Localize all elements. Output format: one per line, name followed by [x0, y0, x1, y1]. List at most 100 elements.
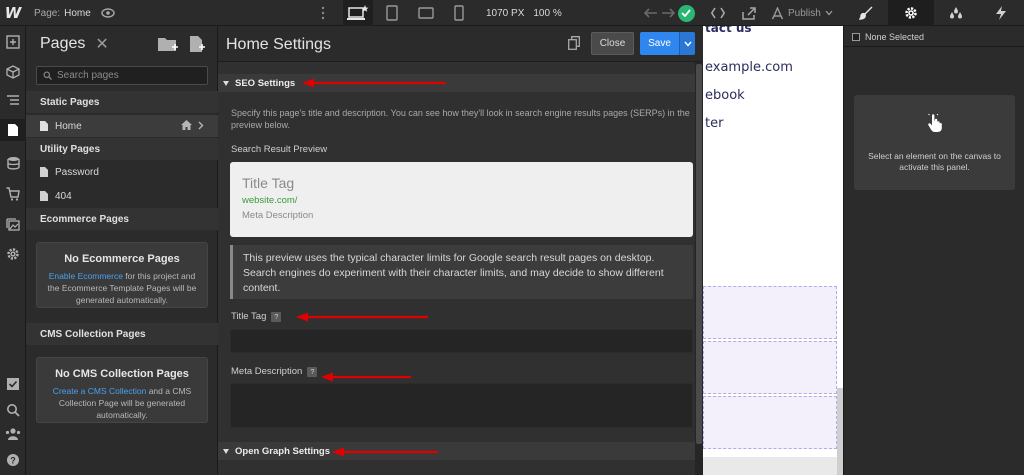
phone-landscape-icon [418, 7, 434, 19]
selection-checkbox[interactable] [852, 33, 860, 41]
search-icon [43, 71, 52, 80]
eye-icon[interactable] [101, 7, 115, 19]
serp-url: website.com/ [242, 195, 298, 206]
selection-status: None Selected [852, 32, 924, 42]
more-options-icon[interactable] [320, 5, 326, 21]
pages-icon [8, 124, 18, 136]
tablet-breakpoint-button[interactable] [377, 0, 407, 26]
utility-pages-heading: Utility Pages [26, 138, 218, 160]
annotation-arrow-icon [332, 447, 438, 457]
divider [844, 46, 1024, 47]
landscape-breakpoint-button[interactable] [411, 0, 441, 26]
ecommerce-button[interactable] [0, 183, 26, 205]
cube-icon [6, 65, 20, 79]
title-tag-input[interactable] [230, 329, 693, 353]
design-canvas[interactable]: tact us example.com ebook ter [703, 26, 843, 475]
share-icon [742, 6, 756, 20]
ecommerce-empty-title: No Ecommerce Pages [64, 253, 180, 265]
close-icon[interactable]: ✕ [95, 34, 108, 54]
page-icon [40, 191, 48, 201]
users-button[interactable] [0, 423, 26, 445]
search-pages-field[interactable] [36, 66, 208, 85]
left-toolbar: ? [0, 26, 26, 475]
lightning-icon [996, 6, 1007, 20]
cms-pages-heading: CMS Collection Pages [26, 323, 218, 345]
serp-limit-note: This preview uses the typical character … [230, 245, 693, 299]
none-selected-label: None Selected [865, 32, 925, 42]
search-button[interactable] [0, 399, 26, 421]
cms-icon [6, 157, 20, 170]
help-icon[interactable]: ? [271, 311, 282, 322]
tab-style[interactable] [843, 0, 888, 26]
create-cms-collection-link[interactable]: Create a CMS Collection [53, 386, 147, 396]
serp-title: Title Tag [242, 175, 295, 191]
page-row-404[interactable]: 404 [26, 185, 218, 207]
help-button[interactable]: ? [0, 449, 26, 471]
seo-settings-section-toggle[interactable]: SEO Settings [218, 74, 695, 92]
add-page-icon[interactable] [188, 34, 206, 54]
brush-icon [858, 6, 873, 20]
tab-interactions[interactable] [979, 0, 1024, 26]
pages-title: Pages [40, 35, 86, 52]
pages-button[interactable] [0, 119, 26, 141]
canvas-footer-strip [703, 457, 843, 475]
static-pages-heading: Static Pages [26, 91, 218, 113]
add-folder-icon[interactable] [157, 34, 179, 54]
audit-button[interactable] [0, 373, 26, 395]
page-prefix: Page: [34, 7, 61, 19]
meta-description-input[interactable] [230, 383, 693, 428]
cms-button[interactable] [0, 152, 26, 174]
tab-settings[interactable] [888, 0, 934, 26]
triangle-down-icon [223, 80, 229, 86]
page-indicator[interactable]: Page: Home [34, 0, 91, 26]
page-icon [40, 167, 48, 177]
canvas-empty-block[interactable] [703, 396, 837, 449]
canvas-empty-block[interactable] [703, 341, 837, 394]
seo-settings-heading: SEO Settings [235, 77, 296, 89]
chevron-down-icon [825, 10, 833, 16]
enable-ecommerce-link[interactable]: Enable Ecommerce [49, 271, 123, 281]
code-export-button[interactable] [707, 0, 729, 26]
chevron-right-icon[interactable] [198, 121, 204, 130]
share-button[interactable] [738, 0, 760, 26]
add-panel-button[interactable] [0, 31, 26, 53]
audit-icon [7, 378, 19, 390]
rocket-icon [771, 6, 784, 19]
search-pages-input[interactable] [57, 70, 197, 81]
publish-button[interactable]: Publish [771, 0, 833, 26]
desktop-breakpoint-button[interactable] [343, 0, 373, 26]
settings-scrollbar[interactable] [695, 62, 703, 475]
canvas-facebook-text: ebook [705, 88, 745, 103]
row-actions [181, 120, 204, 130]
close-button[interactable]: Close [591, 32, 634, 55]
project-settings-button[interactable] [0, 243, 26, 265]
navigator-button[interactable] [0, 90, 26, 112]
open-graph-heading: Open Graph Settings [235, 445, 331, 457]
status-indicator[interactable] [675, 0, 697, 26]
tab-style-manager[interactable] [934, 0, 979, 26]
canvas-empty-block[interactable] [703, 286, 837, 339]
desktop-star-icon [347, 5, 369, 20]
save-button[interactable]: Save [640, 32, 679, 55]
canvas-email-text: example.com [705, 60, 793, 75]
assets-button[interactable] [0, 214, 26, 236]
undo-icon [644, 8, 657, 18]
open-graph-section-toggle[interactable]: Open Graph Settings [218, 442, 695, 460]
scrollbar-thumb[interactable] [696, 64, 702, 444]
webflow-logo-icon[interactable]: W [0, 0, 26, 26]
canvas-dimensions: 1070 PX 100 % [486, 0, 562, 26]
portrait-breakpoint-button[interactable] [444, 0, 474, 26]
cart-icon [6, 187, 20, 201]
settings-title: Home Settings [226, 36, 331, 53]
duplicate-page-icon[interactable] [568, 36, 580, 50]
symbols-button[interactable] [0, 61, 26, 83]
page-row-home[interactable]: Home [26, 115, 218, 137]
help-icon[interactable]: ? [307, 366, 318, 377]
right-panel-tabs [843, 0, 1024, 26]
ecommerce-empty-text: Enable Ecommerce for this project and th… [45, 270, 199, 306]
ecommerce-pages-heading: Ecommerce Pages [26, 208, 218, 230]
save-options-button[interactable] [679, 32, 695, 55]
page-row-password[interactable]: Password [26, 161, 218, 183]
triangle-down-icon [223, 448, 229, 454]
empty-selection-hint: Select an element on the canvas to activ… [868, 151, 1001, 172]
